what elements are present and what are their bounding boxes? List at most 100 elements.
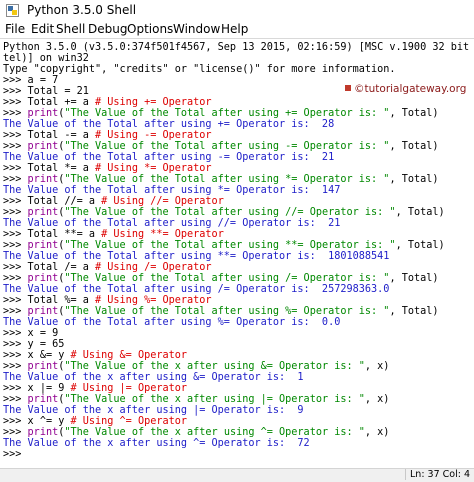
prompt: >>> (3, 383, 28, 394)
menu-edit[interactable]: Edit (31, 22, 54, 36)
string-literal: "The Value of the Total after using **= … (64, 240, 396, 251)
shell-line: >>> x &= y # Using &= Operator (3, 350, 187, 361)
shell-line: >>> y = 65 (3, 339, 64, 350)
code-text: tel)] on win32 (3, 53, 89, 64)
shell-line: >>> Total += a # Using += Operator (3, 97, 212, 108)
shell-line: >>> Total = 21 (3, 86, 89, 97)
builtin-keyword: print (27, 394, 59, 405)
menu-bar: File Edit Shell Debug Options Window Hel… (0, 21, 474, 38)
menu-options[interactable]: Options (127, 22, 173, 36)
prompt: >>> (3, 449, 28, 460)
prompt: >>> (3, 273, 28, 284)
comment-text: # Using &= Operator (70, 350, 188, 361)
title-bar[interactable]: Python 3.5.0 Shell (0, 0, 474, 22)
comment-text: # Using %= Operator (95, 295, 212, 306)
prompt: >>> (3, 86, 28, 97)
shell-line: >>> print("The Value of the Total after … (3, 108, 439, 119)
prompt: >>> (3, 163, 28, 174)
code-text: a = 7 (27, 75, 59, 86)
code-text: Type "copyright", "credits" or "license(… (3, 64, 396, 75)
string-literal: "The Value of the Total after using *= O… (64, 174, 390, 185)
builtin-keyword: print (27, 361, 59, 372)
code-text: , Total) (389, 273, 439, 284)
code-text: Total %= a (27, 295, 96, 306)
code-text: Total /= a (27, 262, 96, 273)
shell-line: The Value of the x after using ^= Operat… (3, 438, 310, 449)
shell-line: The Value of the Total after using -= Op… (3, 152, 334, 163)
comment-text: # Using -= Operator (95, 130, 212, 141)
shell-line: The Value of the Total after using += Op… (3, 119, 334, 130)
prompt: >>> (3, 75, 28, 86)
code-text: , Total) (395, 240, 445, 251)
shell-line: Type "copyright", "credits" or "license(… (3, 64, 396, 75)
shell-line: >>> print("The Value of the Total after … (3, 273, 439, 284)
output-text: The Value of the x after using |= Operat… (3, 405, 304, 416)
menu-debug[interactable]: Debug (88, 22, 127, 36)
shell-line: tel)] on win32 (3, 53, 89, 64)
shell-line: The Value of the x after using &= Operat… (3, 372, 304, 383)
code-text: , Total) (389, 306, 439, 317)
prompt: >>> (3, 229, 28, 240)
code-text: x = 9 (27, 328, 59, 339)
output-text: The Value of the x after using ^= Operat… (3, 438, 310, 449)
shell-line: The Value of the Total after using %= Op… (3, 317, 340, 328)
shell-line: Python 3.5.0 (v3.5.0:374f501f4567, Sep 1… (3, 42, 474, 53)
code-text: Total = 21 (27, 86, 89, 97)
menu-window[interactable]: Window (173, 22, 220, 36)
shell-line: The Value of the Total after using *= Op… (3, 185, 340, 196)
output-text: The Value of the Total after using *= Op… (3, 185, 341, 196)
shell-line: The Value of the Total after using /= Op… (3, 284, 389, 295)
shell-line: >>> Total /= a # Using /= Operator (3, 262, 212, 273)
shell-line: >>> x |= 9 # Using |= Operator (3, 383, 187, 394)
shell-line: >>> Total %= a # Using %= Operator (3, 295, 212, 306)
comment-text: # Using ^= Operator (70, 416, 188, 427)
prompt: >>> (3, 295, 28, 306)
builtin-keyword: print (27, 207, 59, 218)
string-literal: "The Value of the x after using &= Opera… (64, 361, 365, 372)
output-text: The Value of the Total after using -= Op… (3, 152, 335, 163)
menu-file[interactable]: File (5, 22, 25, 36)
string-literal: "The Value of the x after using ^= Opera… (64, 427, 365, 438)
string-literal: "The Value of the Total after using -= O… (64, 141, 390, 152)
output-text: The Value of the x after using &= Operat… (3, 372, 304, 383)
prompt: >>> (3, 328, 28, 339)
builtin-keyword: print (27, 108, 59, 119)
python-icon (6, 4, 19, 17)
prompt: >>> (3, 427, 28, 438)
code-text: Total //= a (27, 196, 102, 207)
code-text: x &= y (27, 350, 71, 361)
prompt: >>> (3, 97, 28, 108)
prompt: >>> (3, 394, 28, 405)
code-text: Total -= a (27, 130, 96, 141)
shell-line: The Value of the Total after using **= O… (3, 251, 389, 262)
comment-text: # Using /= Operator (95, 262, 212, 273)
output-text: The Value of the Total after using **= O… (3, 251, 390, 262)
code-text: y = 65 (27, 339, 65, 350)
prompt: >>> (3, 108, 28, 119)
shell-line: >>> print("The Value of the x after usin… (3, 361, 389, 372)
shell-line: >>> x = 9 (3, 328, 58, 339)
menu-shell[interactable]: Shell (56, 22, 85, 36)
prompt: >>> (3, 339, 28, 350)
shell-output-area[interactable]: Python 3.5.0 (v3.5.0:374f501f4567, Sep 1… (0, 38, 474, 469)
string-literal: "The Value of the Total after using //= … (64, 207, 396, 218)
code-text: , Total) (389, 141, 439, 152)
shell-line: >>> Total **= a # Using **= Operator (3, 229, 224, 240)
string-literal: "The Value of the Total after using += O… (64, 108, 390, 119)
menu-help[interactable]: Help (221, 22, 248, 36)
prompt: >>> (3, 262, 28, 273)
shell-line: >>> a = 7 (3, 75, 58, 86)
comment-text: # Using **= Operator (101, 229, 224, 240)
shell-line: >>> x ^= y # Using ^= Operator (3, 416, 187, 427)
watermark: ©tutorialgateway.org (345, 83, 473, 99)
shell-line: >>> Total *= a # Using *= Operator (3, 163, 212, 174)
code-text: , x) (364, 427, 390, 438)
output-text: The Value of the Total after using //= O… (3, 218, 341, 229)
prompt: >>> (3, 207, 28, 218)
shell-line: >>> Total -= a # Using -= Operator (3, 130, 212, 141)
code-text: , Total) (389, 174, 439, 185)
prompt: >>> (3, 130, 28, 141)
shell-line: >>> (3, 449, 28, 460)
shell-line: >>> print("The Value of the Total after … (3, 174, 439, 185)
prompt: >>> (3, 196, 28, 207)
